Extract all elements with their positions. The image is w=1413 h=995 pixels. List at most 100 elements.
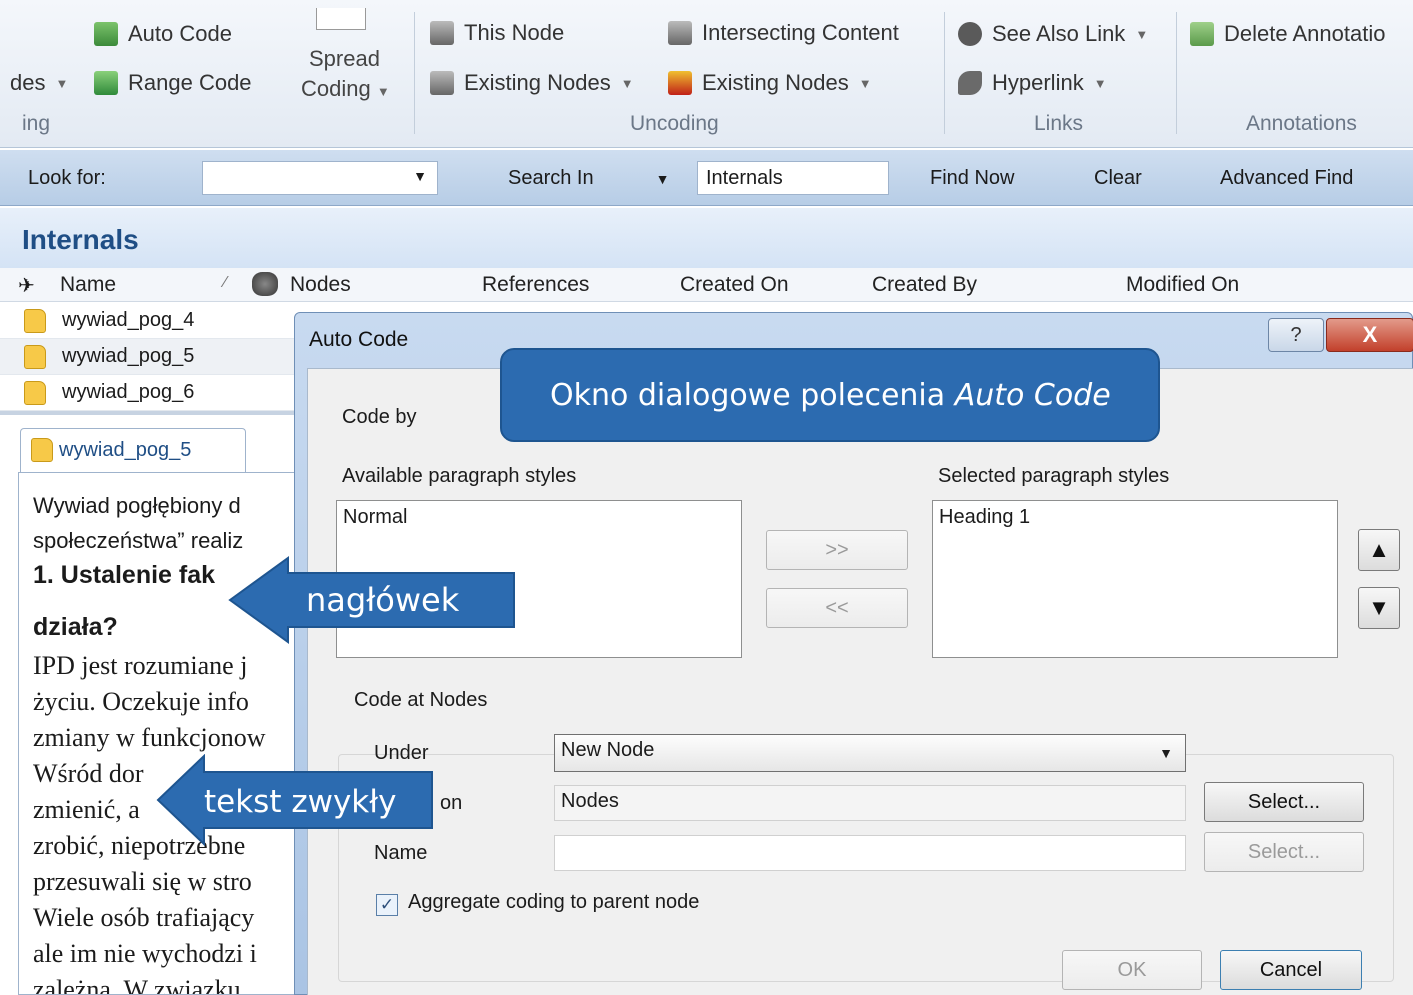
add-style-button[interactable]: >> — [766, 530, 908, 570]
under-value: New Node — [561, 739, 655, 761]
look-for-input[interactable]: ▼ — [202, 161, 438, 195]
document-icon — [24, 345, 46, 369]
dialog-body: Code by Available paragraph styles Norma… — [307, 368, 1413, 995]
search-in-button[interactable]: Search In ▼ — [508, 167, 669, 190]
existing-nodes-label-1: Existing Nodes — [464, 70, 611, 95]
chevron-down-icon[interactable]: ▼ — [413, 168, 427, 184]
location-label: on — [440, 792, 463, 814]
row-name: wywiad_pog_6 — [62, 381, 195, 403]
table-row[interactable]: wywiad_pog_4 — [0, 303, 300, 339]
delete-annotation-button[interactable]: Delete Annotatio — [1190, 21, 1385, 47]
uncode-existing-icon — [430, 71, 454, 95]
find-bar: Look for: ▼ Search In ▼ Internals Find No… — [0, 150, 1413, 206]
name-field[interactable] — [554, 835, 1186, 871]
intersecting-content-button[interactable]: Intersecting Content — [668, 20, 899, 46]
column-created-by[interactable]: Created By — [872, 273, 977, 297]
see-also-link-label: See Also Link — [992, 21, 1126, 46]
select-name-button[interactable]: Select... — [1204, 832, 1364, 872]
auto-code-button[interactable]: Auto Code — [94, 21, 232, 47]
callout-heading-text: nagłówek — [306, 581, 460, 619]
group-annotations-label: Annotations — [1246, 112, 1357, 135]
list-item[interactable]: Heading 1 — [939, 506, 1030, 529]
document-icon — [31, 438, 53, 462]
ribbon-separator — [414, 12, 415, 134]
nodes-column-icon — [252, 272, 278, 296]
location-field: Nodes — [554, 785, 1186, 821]
code-by-label: Code by — [342, 406, 417, 428]
ribbon-separator — [1176, 12, 1177, 134]
chevron-down-icon: ▼ — [1093, 75, 1107, 91]
delete-annotation-icon — [1190, 22, 1214, 46]
list-item[interactable]: Normal — [343, 506, 407, 529]
pin-icon[interactable]: ✈ — [18, 273, 35, 298]
heading-arrow-callout: nagłówek — [228, 556, 515, 644]
doc-line: IPD jest rozumiane j — [33, 651, 248, 680]
tab-document[interactable]: wywiad_pog_5 — [20, 428, 246, 472]
move-down-button[interactable]: ▼ — [1358, 587, 1400, 629]
see-also-icon — [958, 22, 982, 46]
existing-nodes-label-2: Existing Nodes — [702, 70, 849, 95]
spread-coding-icon — [316, 8, 366, 30]
delete-annotation-label: Delete Annotatio — [1224, 21, 1386, 46]
chevron-down-icon: ▼ — [620, 75, 634, 91]
see-also-link-button[interactable]: See Also Link ▼ — [958, 21, 1148, 47]
row-name: wywiad_pog_5 — [62, 345, 195, 367]
document-icon — [24, 309, 46, 333]
look-for-label: Look for: — [28, 167, 106, 189]
row-name: wywiad_pog_4 — [62, 309, 195, 331]
ok-button[interactable]: OK — [1062, 950, 1202, 990]
spread-coding-label-1: Spread — [309, 46, 380, 71]
spread-coding-label-2: Coding ▼ — [301, 76, 390, 101]
uncode-existing-nodes-button[interactable]: Existing Nodes ▼ — [430, 70, 634, 96]
column-name[interactable]: Name — [60, 273, 116, 297]
doc-line: ale im nie wychodzi i — [33, 939, 257, 968]
spread-coding-button[interactable]: Spread Coding ▼ — [298, 8, 398, 108]
callout-normal-text: tekst zwykły — [204, 784, 396, 820]
table-row[interactable]: wywiad_pog_5 — [0, 339, 300, 375]
select-location-button[interactable]: Select... — [1204, 782, 1364, 822]
under-select[interactable]: New Node ▼ — [554, 734, 1186, 772]
move-up-button[interactable]: ▲ — [1358, 529, 1400, 571]
clear-button[interactable]: Clear — [1094, 167, 1142, 190]
column-created-on[interactable]: Created On — [680, 273, 789, 297]
ribbon-separator — [944, 12, 945, 134]
column-modified-on[interactable]: Modified On — [1126, 273, 1239, 297]
remove-style-button[interactable]: << — [766, 588, 908, 628]
uncode-node-icon — [430, 21, 454, 45]
range-code-icon — [94, 71, 118, 95]
search-in-field[interactable]: Internals — [697, 161, 889, 195]
aggregate-label: Aggregate coding to parent node — [408, 891, 700, 913]
available-styles-label: Available paragraph styles — [342, 465, 577, 487]
advanced-find-button[interactable]: Advanced Find — [1220, 167, 1353, 190]
doc-heading: 1. Ustalenie fak — [33, 561, 216, 589]
hyperlink-button[interactable]: Hyperlink ▼ — [958, 70, 1107, 96]
cancel-button[interactable]: Cancel — [1220, 950, 1362, 990]
document-content[interactable]: Wywiad pogłębiony d społeczeństwa” reali… — [18, 472, 308, 995]
callout-dialog-annotation: Okno dialogowe polecenia Auto Code — [500, 348, 1160, 442]
close-button[interactable]: X — [1326, 318, 1413, 352]
page-title: Internals — [22, 224, 139, 255]
help-button[interactable]: ? — [1268, 318, 1324, 352]
normal-text-arrow-callout: tekst zwykły — [156, 754, 433, 847]
this-node-button[interactable]: This Node — [430, 20, 564, 46]
table-row[interactable]: wywiad_pog_6 — [0, 375, 300, 411]
chevron-down-icon: ▼ — [1135, 26, 1149, 42]
selected-styles-list[interactable]: Heading 1 — [932, 500, 1338, 658]
chevron-down-icon: ▼ — [858, 75, 872, 91]
chevron-down-icon: ▼ — [55, 75, 69, 91]
code-at-nodes-label: Code at Nodes — [348, 689, 494, 712]
column-nodes[interactable]: Nodes — [290, 273, 351, 297]
splitter[interactable] — [0, 411, 300, 415]
doc-heading: działa? — [33, 613, 118, 641]
existing-nodes-button[interactable]: Existing Nodes ▼ — [668, 70, 872, 96]
nodes-button-partial[interactable]: des ▼ — [10, 70, 68, 96]
column-references[interactable]: References — [482, 273, 589, 297]
range-code-button[interactable]: Range Code — [94, 70, 252, 96]
selected-styles-label: Selected paragraph styles — [938, 465, 1170, 487]
intersecting-content-label: Intersecting Content — [702, 20, 899, 45]
auto-code-label: Auto Code — [128, 21, 232, 46]
doc-line: Wśród dor — [33, 759, 144, 788]
chevron-down-icon: ▼ — [655, 171, 670, 187]
aggregate-checkbox[interactable]: ✓ — [376, 894, 398, 916]
find-now-button[interactable]: Find Now — [930, 167, 1014, 190]
